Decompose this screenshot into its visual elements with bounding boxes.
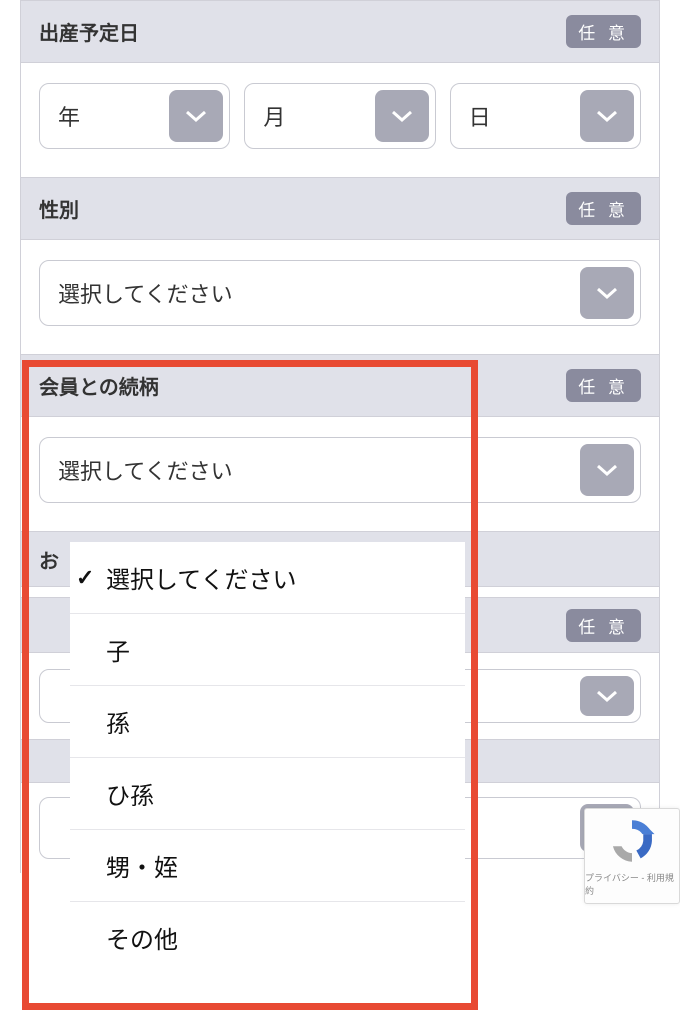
dropdown-option-child[interactable]: 子 (70, 614, 465, 686)
gender-label: 性別 (39, 194, 79, 223)
relation-dropdown-menu: 選択してください 子 孫 ひ孫 甥・姪 その他 (70, 542, 465, 973)
month-select-text: 月 (263, 100, 285, 132)
recaptcha-badge[interactable]: プライバシー - 利用規約 (584, 808, 680, 904)
chevron-down-icon (580, 267, 634, 319)
relation-label: 会員との続柄 (39, 371, 159, 400)
chevron-down-icon (375, 90, 429, 142)
chevron-down-icon (169, 90, 223, 142)
gender-select-text: 選択してください (58, 277, 233, 309)
day-select[interactable]: 日 (450, 83, 641, 149)
recaptcha-icon (606, 815, 658, 867)
optional-badge: 任 意 (566, 369, 641, 402)
gender-select[interactable]: 選択してください (39, 260, 641, 326)
dropdown-option-other[interactable]: その他 (70, 902, 465, 973)
section-header-gender: 性別 任 意 (21, 177, 659, 240)
day-select-text: 日 (469, 100, 491, 132)
optional-badge: 任 意 (566, 15, 641, 48)
due-date-label: 出産予定日 (39, 17, 139, 46)
year-select-text: 年 (58, 100, 80, 132)
dropdown-option-nephew-niece[interactable]: 甥・姪 (70, 830, 465, 902)
partial-letter: お (39, 545, 59, 574)
optional-badge: 任 意 (566, 192, 641, 225)
chevron-down-icon (580, 676, 634, 716)
recaptcha-footer: プライバシー - 利用規約 (585, 871, 679, 897)
year-select[interactable]: 年 (39, 83, 230, 149)
optional-badge: 任 意 (566, 609, 641, 642)
chevron-down-icon (580, 444, 634, 496)
gender-body: 選択してください (21, 240, 659, 354)
chevron-down-icon (580, 90, 634, 142)
dropdown-option-grandchild[interactable]: 孫 (70, 686, 465, 758)
dropdown-option-placeholder[interactable]: 選択してください (70, 542, 465, 614)
due-date-body: 年 月 日 (21, 63, 659, 177)
relation-select-text: 選択してください (58, 454, 233, 486)
relation-body: 選択してください (21, 417, 659, 531)
section-header-due-date: 出産予定日 任 意 (21, 0, 659, 63)
month-select[interactable]: 月 (244, 83, 435, 149)
section-header-relation: 会員との続柄 任 意 (21, 354, 659, 417)
relation-select[interactable]: 選択してください (39, 437, 641, 503)
dropdown-option-great-grandchild[interactable]: ひ孫 (70, 758, 465, 830)
